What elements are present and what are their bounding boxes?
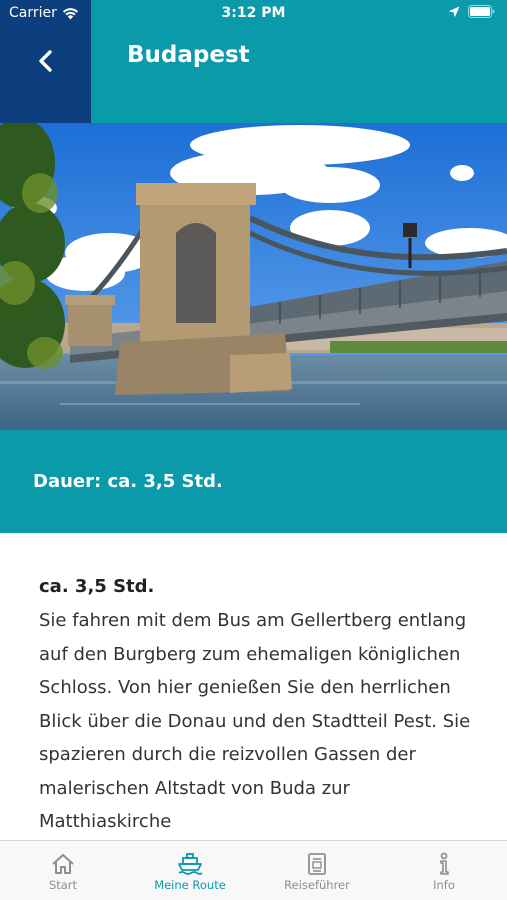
ship-icon: [178, 853, 203, 875]
location-arrow-icon: [448, 6, 460, 17]
header: Carrier 3:12 PM Budapest: [0, 0, 507, 123]
page-title: Budapest: [127, 42, 250, 68]
home-icon: [52, 854, 74, 874]
info-icon: [440, 852, 449, 875]
screen: Carrier 3:12 PM Budapest Dauer: ca. 3,5 …: [0, 0, 507, 900]
tab-meine-route-label: Meine Route: [154, 878, 226, 892]
tab-reisefuehrer-label: Reiseführer: [284, 878, 350, 892]
tab-start[interactable]: Start: [0, 841, 126, 900]
status-bar: Carrier 3:12 PM: [0, 0, 507, 28]
tab-start-label: Start: [48, 878, 78, 892]
duration-label: Dauer: ca. 3,5 Std.: [33, 471, 223, 492]
status-time: 3:12 PM: [221, 5, 286, 21]
back-chevron-icon[interactable]: [32, 47, 60, 75]
tab-info-label: Info: [433, 878, 455, 892]
content-body: Sie fahren mit dem Bus am Gellertberg en…: [39, 610, 471, 832]
tab-bar: Start Meine Route Reiseführer Info: [0, 840, 507, 900]
tab-info[interactable]: Info: [381, 841, 507, 900]
battery-icon: [468, 5, 495, 18]
status-right: [448, 5, 495, 18]
guidebook-icon: [308, 853, 326, 875]
tab-meine-route[interactable]: Meine Route: [127, 841, 253, 900]
hero-photo: [0, 123, 507, 430]
content-heading: ca. 3,5 Std.: [39, 576, 155, 597]
duration-band: Dauer: ca. 3,5 Std.: [0, 430, 507, 533]
chain-bridge-photo: [0, 123, 507, 430]
route-description: ca. 3,5 Std. Sie fahren mit dem Bus am G…: [39, 574, 479, 839]
tab-reisefuehrer[interactable]: Reiseführer: [254, 841, 380, 900]
